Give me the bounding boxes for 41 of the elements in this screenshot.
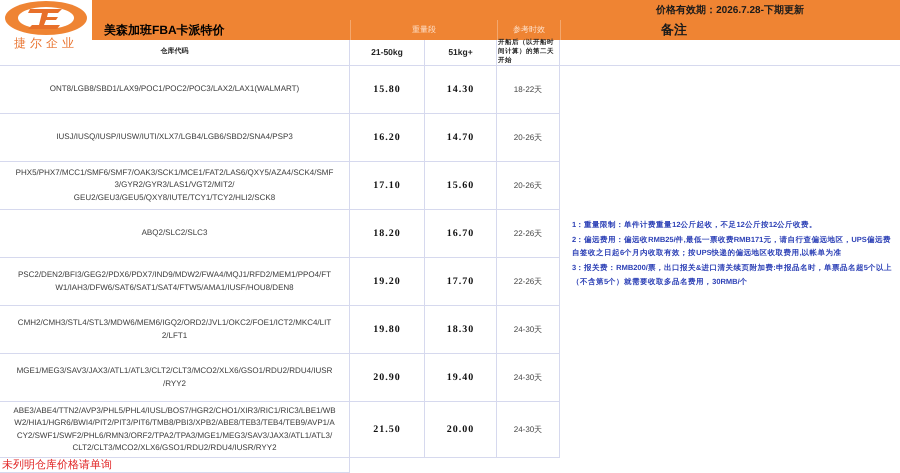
- transit-time: 24-30天: [514, 324, 542, 336]
- warehouse-codes: IUSJ/IUSQ/IUSP/IUSW/IUTI/XLX7/LGB4/LGB6/SBD2/SNA4/PSP3: [56, 131, 293, 144]
- logo-text: 捷尔企业: [14, 36, 78, 50]
- price-value: 17.10: [373, 179, 401, 193]
- column-header: 21-50kg: [371, 46, 403, 59]
- transit-time: 24-30天: [514, 372, 542, 384]
- warehouse-codes: PHX5/PHX7/MCC1/SMF6/SMF7/OAK3/SCK1/MCE1/FAT2/LAS6/QXY5/AZA4/SCK4/SMF 3/GYR2/GYR3/LAS1/VGT2/MIT2/ GEU2/GEU3/GEU5/QXY8/IUTE/TCY1/TCY2/HLI2/SCK8: [16, 166, 334, 204]
- transit-time: 20-26天: [514, 180, 542, 192]
- column-header: 51kg+: [448, 46, 473, 59]
- warehouse-codes: CMH2/CMH3/STL4/STL3/MDW6/MEM6/IGQ2/ORD2/JVL1/OKC2/FOE1/ICT2/MKC4/LIT 2/LFT1: [18, 317, 332, 342]
- validity-text: 价格有效期：2026.7.28-下期更新: [656, 3, 804, 18]
- price-value: 15.60: [446, 179, 474, 193]
- transit-time: 22-26天: [514, 276, 542, 288]
- price-value: 17.70: [446, 275, 474, 289]
- transit-time: 22-26天: [514, 228, 542, 240]
- transit-time: 24-30天: [514, 424, 542, 436]
- sheet-title: 美森加班FBA卡派特价: [104, 22, 225, 39]
- warehouse-codes: ABE3/ABE4/TTN2/AVP3/PHL5/PHL4/IUSL/BOS7/HGR2/CHO1/XIR3/RIC1/RIC3/LBE1/WB W2/HIA1/HGR6/BWI4/PIT2/PIT3/PIT6/TMB8/PBI3/XPB2/ABE8/TEB3/TEB4/TEB9/AVP1/A CY2/SWF1/SWF2/PHL6/RMN3/ORF2/TPA2/TPA3/MGE1/MEG3/SAV3/JAX3/ATL1/ATL3/ CLT2/CLT3/MCO2/XLX6/GSO1/RDU2/RDU4/IUSR/RYY2: [13, 404, 336, 454]
- price-value: 15.80: [373, 83, 401, 97]
- header-text: 参考时效: [513, 24, 545, 36]
- price-value: 20.90: [373, 371, 401, 385]
- price-value: 18.20: [373, 227, 401, 241]
- warehouse-codes: ABQ2/SLC2/SLC3: [142, 227, 208, 240]
- price-value: 21.50: [373, 423, 401, 437]
- transit-time: 18-22天: [514, 84, 542, 96]
- price-value: 19.20: [373, 275, 401, 289]
- price-value: 19.40: [446, 371, 474, 385]
- price-value: 14.30: [446, 83, 474, 97]
- price-value: 16.20: [373, 131, 401, 145]
- warehouse-codes: MGE1/MEG3/SAV3/JAX3/ATL1/ATL3/CLT2/CLT3/MCO2/XLX6/GSO1/RDU2/RDU4/IUSR /RYY2: [16, 365, 332, 390]
- price-value: 14.70: [446, 131, 474, 145]
- price-value: 16.70: [446, 227, 474, 241]
- footnote-text: 未列明仓库价格请单询: [2, 460, 112, 470]
- transit-time: 20-26天: [514, 132, 542, 144]
- remarks-heading: 备注: [661, 21, 687, 40]
- warehouse-codes: PSC2/DEN2/BFI3/GEG2/PDX6/PDX7/IND9/MDW2/FWA4/MQJ1/RFD2/MEM1/PPO4/FT W1/IAH3/DFW6/SAT6/SAT1/SAT4/FTW5/AMA1/IUSF/HOU8/DEN8: [18, 269, 332, 294]
- warehouse-codes: ONT8/LGB8/SBD1/LAX9/POC1/POC2/POC3/LAX2/LAX1(WALMART): [50, 83, 300, 96]
- price-value: 19.80: [373, 323, 401, 337]
- price-value: 20.00: [446, 423, 474, 437]
- header-text: 重量段: [412, 24, 436, 36]
- price-value: 18.30: [446, 323, 474, 337]
